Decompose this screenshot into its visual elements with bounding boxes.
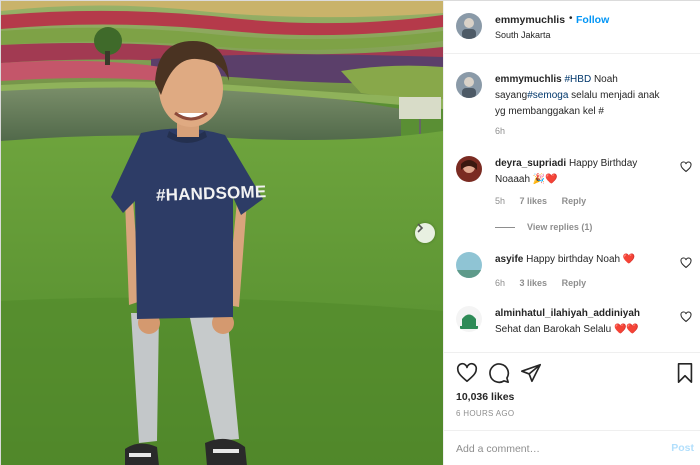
- caption-text: emmymuchlis #HBD Noah sayang#semoga sela…: [495, 72, 665, 120]
- comment-username[interactable]: deyra_supriadi: [495, 158, 566, 169]
- comment-body: Happy birthday Noah: [526, 254, 621, 265]
- share-icon[interactable]: [520, 362, 542, 384]
- heart-icon[interactable]: [680, 311, 692, 323]
- add-comment-bar: Post: [444, 430, 700, 465]
- reply-button[interactable]: Reply: [562, 278, 587, 288]
- comment-username[interactable]: asyife: [495, 254, 523, 265]
- post-header: emmymuchlis • Follow South Jakarta: [444, 1, 700, 54]
- shirt-print-text: #HANDSOME: [155, 182, 267, 205]
- view-replies-button[interactable]: View replies (1): [495, 222, 592, 232]
- carousel-next-button[interactable]: [415, 223, 435, 243]
- comment-meta: 5h 7 likes Reply: [495, 196, 598, 206]
- comment-item: asyife Happy birthday Noah ❤️ 6h 3 likes…: [456, 250, 692, 300]
- follow-button[interactable]: Follow: [576, 14, 609, 26]
- comment-meta: 6h 3 likes Reply: [495, 278, 598, 288]
- post-location[interactable]: South Jakarta: [495, 30, 551, 40]
- post-side-panel: emmymuchlis • Follow South Jakarta emmym…: [443, 1, 700, 465]
- hashtag-hbd[interactable]: #HBD: [564, 74, 591, 85]
- view-replies-label: View replies (1): [527, 222, 593, 232]
- likes-count[interactable]: 10,036 likes: [456, 391, 514, 403]
- reply-button[interactable]: Reply: [562, 196, 587, 206]
- commenter-avatar[interactable]: [456, 156, 482, 182]
- commenter-avatar[interactable]: [456, 306, 482, 332]
- post-dialog: #HANDSOME emmymuchlis • Follow South Jak…: [0, 0, 700, 465]
- caption-time[interactable]: 6h: [495, 126, 505, 136]
- bookmark-icon[interactable]: [674, 362, 696, 384]
- comment-username[interactable]: alminhatul_ilahiyah_addiniyah: [495, 308, 640, 319]
- comment-emoji: ❤️: [622, 254, 636, 265]
- comment-item: deyra_supriadi Happy Birthday Noaaah 🎉❤️…: [456, 154, 692, 238]
- caption: emmymuchlis #HBD Noah sayang#semoga sela…: [456, 70, 692, 140]
- caption-avatar[interactable]: [456, 72, 482, 98]
- posted-time[interactable]: 6 HOURS AGO: [456, 409, 514, 418]
- header-separator: •: [569, 13, 573, 24]
- commenter-avatar[interactable]: [456, 252, 482, 278]
- comment-time[interactable]: 6h: [495, 278, 505, 288]
- comments-list[interactable]: emmymuchlis #HBD Noah sayang#semoga sela…: [444, 54, 700, 352]
- comment-text: deyra_supriadi Happy Birthday Noaaah 🎉❤️: [495, 156, 665, 188]
- photo-illustration: [1, 1, 443, 465]
- author-avatar[interactable]: [456, 13, 482, 39]
- post-actions: 10,036 likes 6 HOURS AGO: [444, 352, 700, 442]
- post-photo[interactable]: #HANDSOME: [1, 1, 443, 465]
- chevron-right-icon: [417, 223, 424, 233]
- comment-likes[interactable]: 7 likes: [520, 196, 548, 206]
- comment-text: asyife Happy birthday Noah ❤️: [495, 252, 665, 268]
- post-comment-button[interactable]: Post: [671, 442, 694, 454]
- comment-icon[interactable]: [488, 362, 510, 384]
- comment-emoji: 🎉❤️: [532, 174, 558, 185]
- comment-item: alminhatul_ilahiyah_addiniyah Sehat dan …: [456, 304, 692, 344]
- comment-time[interactable]: 5h: [495, 196, 505, 206]
- caption-meta: 6h: [495, 126, 517, 136]
- comment-input[interactable]: [456, 439, 656, 459]
- view-replies-line: [495, 227, 515, 229]
- hashtag-semoga[interactable]: #semoga: [527, 90, 568, 101]
- caption-username[interactable]: emmymuchlis: [495, 74, 562, 85]
- comment-emoji: ❤️❤️: [613, 324, 639, 335]
- heart-icon[interactable]: [680, 257, 692, 269]
- heart-icon[interactable]: [456, 362, 478, 384]
- comment-likes[interactable]: 3 likes: [520, 278, 548, 288]
- heart-icon[interactable]: [680, 161, 692, 173]
- comment-text: alminhatul_ilahiyah_addiniyah Sehat dan …: [495, 306, 665, 338]
- comment-body: Sehat dan Barokah Selalu: [495, 324, 612, 335]
- author-username[interactable]: emmymuchlis: [495, 14, 565, 26]
